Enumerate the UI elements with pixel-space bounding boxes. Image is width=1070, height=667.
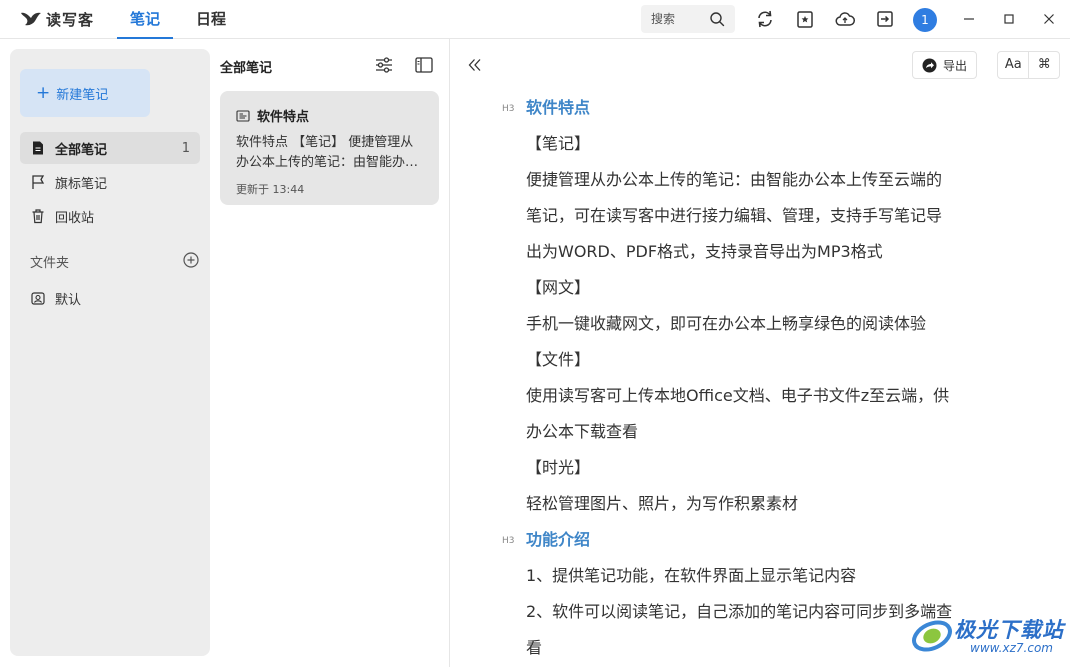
close-icon[interactable] bbox=[1038, 8, 1060, 30]
folder-label: 默认 bbox=[55, 292, 82, 308]
paragraph[interactable]: 办公本下载查看 bbox=[500, 414, 1020, 450]
app-logo: 读写客 bbox=[20, 9, 94, 29]
font-style-button[interactable]: Aa bbox=[998, 52, 1028, 78]
collapse-sidebar-icon[interactable] bbox=[466, 56, 484, 74]
paragraph[interactable]: 1、提供笔记功能，在软件界面上显示笔记内容 bbox=[500, 558, 1020, 594]
tab-schedule[interactable]: 日程 bbox=[186, 9, 236, 39]
paragraph[interactable]: 手机一键收藏网文，即可在办公本上畅享绿色的阅读体验 bbox=[500, 306, 1020, 342]
sidebar-item-all-notes[interactable]: 全部笔记 1 bbox=[20, 132, 200, 164]
user-avatar[interactable]: 1 bbox=[913, 8, 937, 32]
site-watermark: 极光下载站 www.xz7.com bbox=[910, 610, 1065, 662]
panel-divider[interactable] bbox=[449, 39, 450, 667]
sidebar: + 新建笔记 全部笔记 1 旗标笔记 回收站 文件夹 默认 bbox=[10, 49, 210, 656]
cloud-icon[interactable] bbox=[835, 9, 855, 29]
tab-notes[interactable]: 笔记 bbox=[117, 9, 173, 39]
sidebar-item-label: 全部笔记 bbox=[55, 142, 108, 158]
folders-label: 文件夹 bbox=[30, 256, 70, 271]
export-icon bbox=[922, 58, 937, 72]
new-note-button[interactable]: + 新建笔记 bbox=[20, 69, 150, 117]
heading-text: 功能介绍 bbox=[526, 530, 591, 549]
heading-level-tag: H3 bbox=[502, 536, 515, 546]
heading-3[interactable]: H3 功能介绍 bbox=[500, 522, 1020, 558]
app-name: 读写客 bbox=[46, 10, 95, 29]
watermark-url: www.xz7.com bbox=[970, 641, 1053, 655]
note-list-title: 全部笔记 bbox=[220, 61, 273, 76]
paragraph[interactable]: 使用读写客可上传本地Office文档、电子书文件z至云端，供 bbox=[500, 378, 1020, 414]
paragraph[interactable]: 【笔记】 bbox=[500, 126, 1020, 162]
note-card-excerpt: 软件特点 【笔记】 便捷管理从办公本上传的笔记：由智能办公本上传至云端的笔记 bbox=[236, 135, 419, 170]
paragraph[interactable]: 笔记，可在读写客中进行接力编辑、管理，支持手写笔记导 bbox=[500, 198, 1020, 234]
layout-toggle-icon[interactable] bbox=[414, 55, 434, 75]
minimize-icon[interactable] bbox=[958, 8, 980, 30]
paragraph[interactable]: 【时光】 bbox=[500, 450, 1020, 486]
plus-icon: + bbox=[36, 83, 51, 103]
filter-settings-icon[interactable] bbox=[374, 55, 394, 75]
export-button[interactable]: 导出 bbox=[912, 51, 977, 79]
heading-3[interactable]: H3 软件特点 bbox=[500, 90, 1020, 126]
note-card[interactable]: 软件特点 软件特点 【笔记】 便捷管理从办公本上传的笔记：由智能办公本上传至云端… bbox=[220, 91, 439, 205]
paragraph[interactable]: 出为WORD、PDF格式，支持录音导出为MP3格式 bbox=[500, 234, 1020, 270]
maximize-icon[interactable] bbox=[998, 8, 1020, 30]
starred-note-icon[interactable] bbox=[795, 9, 815, 29]
note-card-title: 软件特点 bbox=[257, 110, 310, 125]
sidebar-item-label: 旗标笔记 bbox=[55, 176, 108, 192]
search-icon[interactable] bbox=[709, 11, 725, 27]
note-icon bbox=[33, 141, 43, 155]
paragraph[interactable]: 【网文】 bbox=[500, 270, 1020, 306]
heading-text: 软件特点 bbox=[526, 98, 591, 117]
watermark-text: 极光下载站 bbox=[954, 618, 1064, 642]
format-toolbar: Aa ⌘ bbox=[997, 51, 1060, 79]
sidebar-item-trash[interactable]: 回收站 bbox=[20, 200, 200, 232]
watermark-logo-icon bbox=[912, 620, 952, 652]
search-box[interactable] bbox=[641, 5, 735, 33]
note-card-updated: 更新于 13:44 bbox=[236, 183, 305, 196]
paragraph[interactable]: 轻松管理图片、照片，为写作积累素材 bbox=[500, 486, 1020, 522]
flag-icon bbox=[32, 175, 45, 189]
sidebar-item-label: 回收站 bbox=[55, 210, 95, 226]
trash-icon bbox=[32, 209, 44, 224]
note-image-icon bbox=[236, 109, 250, 122]
title-bar: 读写客 笔记 日程 1 bbox=[0, 0, 1070, 39]
folder-user-icon bbox=[31, 292, 45, 305]
folder-item-default[interactable]: 默认 bbox=[20, 282, 200, 314]
note-editor-content[interactable]: H3 软件特点 【笔记】 便捷管理从办公本上传的笔记：由智能办公本上传至云端的 笔… bbox=[500, 90, 1020, 666]
heading-level-tag: H3 bbox=[502, 104, 515, 114]
sidebar-item-flagged[interactable]: 旗标笔记 bbox=[20, 166, 200, 198]
note-card-header: 软件特点 bbox=[236, 106, 423, 125]
paragraph[interactable]: 便捷管理从办公本上传的笔记：由智能办公本上传至云端的 bbox=[500, 162, 1020, 198]
note-count: 1 bbox=[181, 140, 190, 156]
sync-icon[interactable] bbox=[755, 9, 775, 29]
paragraph[interactable]: 【文件】 bbox=[500, 342, 1020, 378]
import-icon[interactable] bbox=[875, 9, 895, 29]
new-note-label: 新建笔记 bbox=[56, 87, 109, 103]
shortcut-button[interactable]: ⌘ bbox=[1028, 52, 1059, 78]
export-label: 导出 bbox=[943, 58, 968, 73]
add-folder-icon[interactable] bbox=[182, 251, 200, 269]
bird-logo-icon bbox=[21, 12, 41, 26]
search-input[interactable] bbox=[651, 12, 707, 26]
